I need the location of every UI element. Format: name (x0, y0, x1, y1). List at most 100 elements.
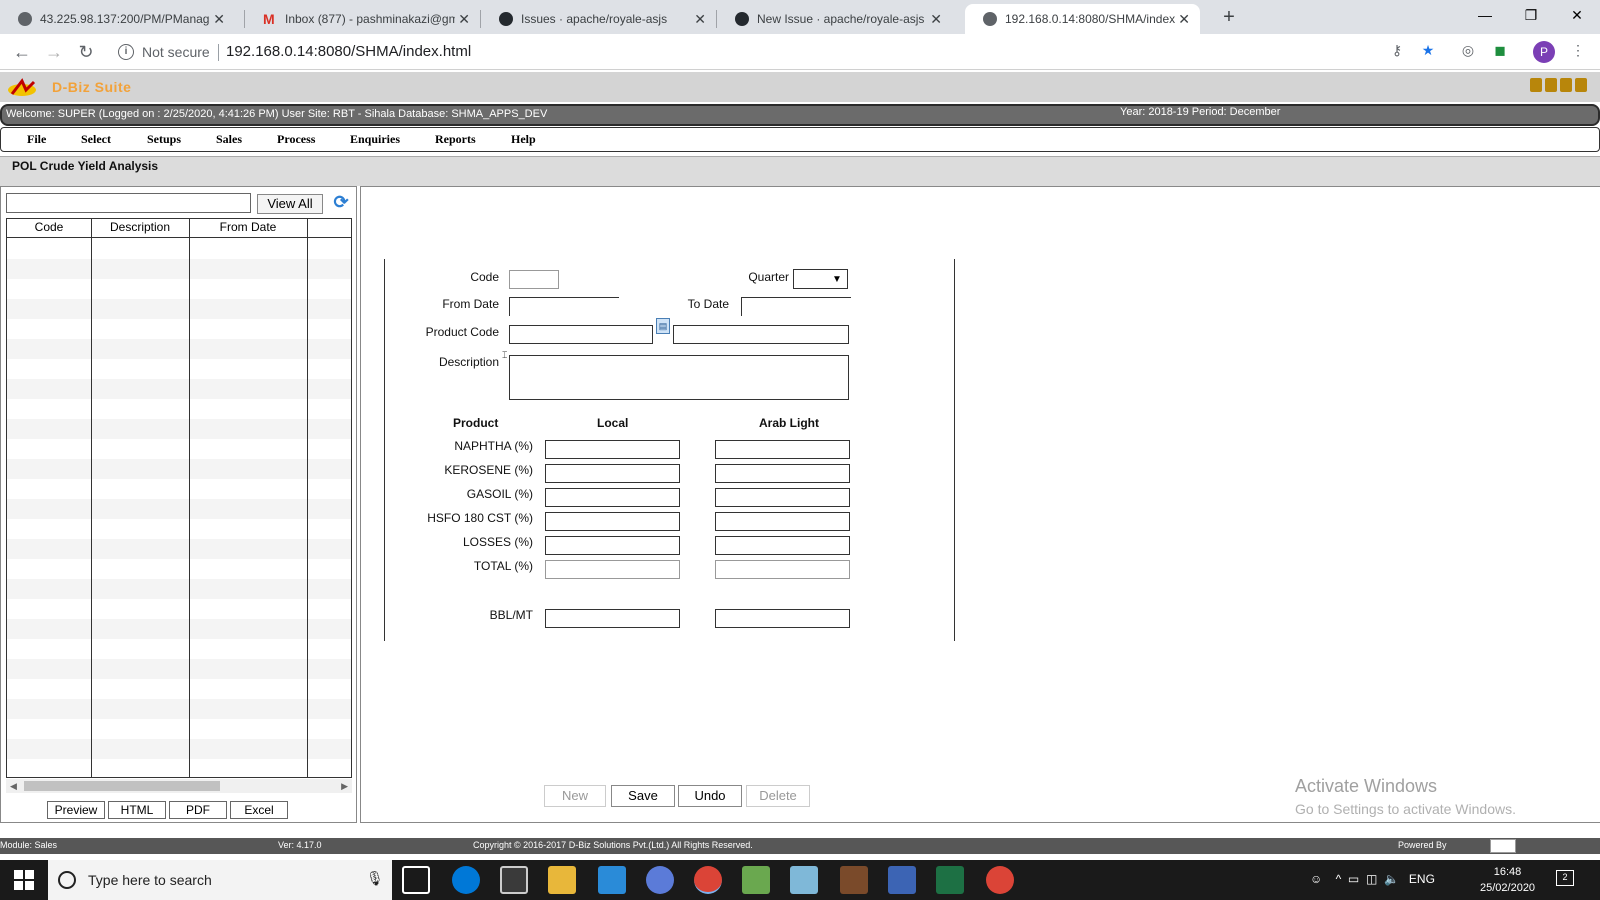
bookmark-star-icon[interactable]: ★ (1418, 40, 1438, 60)
key-icon[interactable]: ⚷ (1387, 40, 1407, 60)
taskbar-search[interactable]: Type here to search 🎙 (48, 860, 392, 900)
volume-icon[interactable]: 🔈 (1384, 872, 1399, 886)
to-date-input[interactable] (741, 297, 851, 316)
menu-reports[interactable]: Reports (435, 132, 476, 147)
preview-button[interactable]: Preview (47, 801, 105, 819)
kerosene-arab-light-input[interactable] (715, 464, 850, 483)
mail-icon[interactable] (598, 866, 626, 894)
menu-enquiries[interactable]: Enquiries (350, 132, 400, 147)
undo-button[interactable]: Undo (678, 785, 742, 807)
browser-tab[interactable]: Issues · apache/royale-asjs ✕ (481, 4, 716, 34)
table-row[interactable] (7, 739, 351, 759)
table-row[interactable] (7, 679, 351, 699)
menu-help[interactable]: Help (511, 132, 536, 147)
forward-button[interactable]: → (40, 38, 68, 66)
home-icon[interactable] (1530, 78, 1542, 92)
minimize-button[interactable]: — (1462, 0, 1508, 32)
extension-badge-icon[interactable]: ◼ (1490, 40, 1510, 60)
address-bar[interactable]: i Not secure 192.168.0.14:8080/SHMA/inde… (108, 38, 1430, 66)
table-row[interactable] (7, 479, 351, 499)
chevron-up-icon[interactable]: ^ (1336, 872, 1342, 886)
hsfo-local-input[interactable] (545, 512, 680, 531)
quarter-select[interactable]: ▼ (793, 269, 848, 289)
table-row[interactable] (7, 379, 351, 399)
column-header-from-date[interactable]: From Date (189, 219, 307, 238)
table-row[interactable] (7, 579, 351, 599)
chevron-down-icon[interactable]: ▼ (829, 273, 845, 286)
refresh-icon[interactable]: ⟳ (331, 192, 351, 212)
scrollbar-thumb[interactable] (24, 781, 220, 791)
delete-button[interactable]: Delete (746, 785, 810, 807)
close-icon[interactable]: ✕ (694, 4, 706, 34)
naphtha-arab-light-input[interactable] (715, 440, 850, 459)
horizontal-scrollbar[interactable]: ◀ ▶ (6, 779, 352, 793)
logout-icon[interactable] (1575, 78, 1587, 92)
clock[interactable]: 16:48 25/02/2020 (1480, 864, 1535, 896)
close-icon[interactable]: ✕ (1178, 4, 1190, 34)
language-indicator[interactable]: ENG (1409, 872, 1435, 886)
microphone-icon[interactable]: 🎙 (366, 870, 384, 887)
new-button[interactable]: New (544, 785, 606, 807)
lookup-icon[interactable]: ▤ (656, 318, 670, 334)
scroll-left-arrow-icon[interactable]: ◀ (10, 779, 17, 793)
menu-process[interactable]: Process (277, 132, 315, 147)
info-icon[interactable]: i (118, 44, 134, 60)
table-row[interactable] (7, 619, 351, 639)
store-icon[interactable] (500, 866, 528, 894)
notepad-icon[interactable] (742, 866, 770, 894)
product-name-input[interactable] (673, 325, 849, 344)
from-date-input[interactable] (509, 297, 619, 316)
file-explorer-icon[interactable] (548, 866, 576, 894)
product-code-input[interactable] (509, 325, 653, 344)
kerosene-local-input[interactable] (545, 464, 680, 483)
table-row[interactable] (7, 639, 351, 659)
excel-icon[interactable] (936, 866, 964, 894)
table-row[interactable] (7, 419, 351, 439)
table-row[interactable] (7, 699, 351, 719)
table-row[interactable] (7, 359, 351, 379)
reload-button[interactable]: ↻ (72, 38, 100, 66)
close-icon[interactable]: ✕ (213, 4, 225, 34)
table-row[interactable] (7, 259, 351, 279)
profile-avatar[interactable]: P (1533, 41, 1555, 63)
table-row[interactable] (7, 279, 351, 299)
edge-icon[interactable] (452, 866, 480, 894)
battery-icon[interactable]: ▭ (1348, 872, 1359, 886)
table-row[interactable] (7, 339, 351, 359)
browser-tab[interactable]: 43.225.98.137:200/PM/PManage ✕ (0, 4, 235, 34)
table-row[interactable] (7, 439, 351, 459)
gasoil-arab-light-input[interactable] (715, 488, 850, 507)
scroll-right-arrow-icon[interactable]: ▶ (341, 779, 348, 793)
table-row[interactable] (7, 759, 351, 777)
window-close-button[interactable]: ✕ (1554, 0, 1600, 32)
app-icon[interactable] (840, 866, 868, 894)
app-icon[interactable] (888, 866, 916, 894)
restore-button[interactable]: ❐ (1508, 0, 1554, 32)
browser-tab[interactable]: New Issue · apache/royale-asjs ✕ (717, 4, 952, 34)
chrome-icon[interactable] (986, 866, 1014, 894)
table-row[interactable] (7, 659, 351, 679)
table-row[interactable] (7, 599, 351, 619)
table-row[interactable] (7, 299, 351, 319)
bbl-mt-arab-light-input[interactable] (715, 609, 850, 628)
back-button[interactable]: ← (8, 38, 36, 66)
lock-icon[interactable] (1560, 78, 1572, 92)
column-header-description[interactable]: Description (91, 219, 189, 238)
table-row[interactable] (7, 499, 351, 519)
table-row[interactable] (7, 459, 351, 479)
people-icon[interactable]: ☺ (1310, 872, 1322, 886)
hsfo-arab-light-input[interactable] (715, 512, 850, 531)
close-icon[interactable]: ✕ (458, 4, 470, 34)
column-header-extra[interactable] (307, 219, 351, 238)
extension-icon[interactable]: ◎ (1458, 40, 1478, 60)
column-header-code[interactable]: Code (7, 219, 91, 238)
menu-sales[interactable]: Sales (216, 132, 242, 147)
naphtha-local-input[interactable] (545, 440, 680, 459)
gasoil-local-input[interactable] (545, 488, 680, 507)
table-row[interactable] (7, 239, 351, 259)
losses-arab-light-input[interactable] (715, 536, 850, 555)
kebab-menu-icon[interactable]: ⋮ (1568, 40, 1588, 60)
losses-local-input[interactable] (545, 536, 680, 555)
list-search-input[interactable] (6, 193, 251, 213)
task-view-icon[interactable] (402, 866, 430, 894)
